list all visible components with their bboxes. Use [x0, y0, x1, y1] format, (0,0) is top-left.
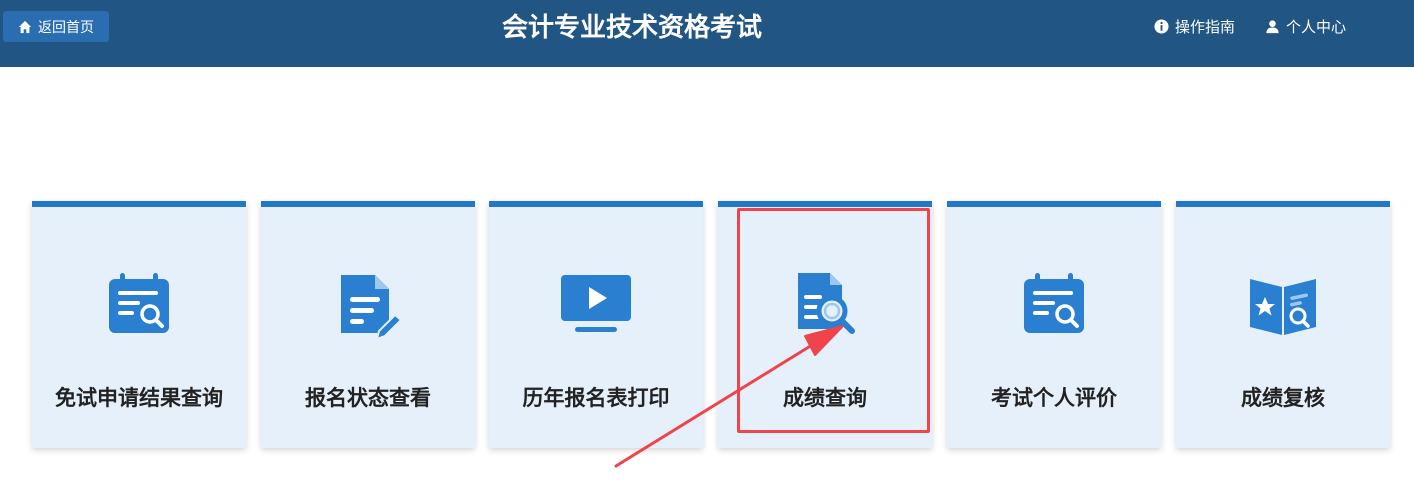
operation-guide-link[interactable]: 操作指南 — [1154, 16, 1235, 36]
card-label: 历年报名表打印 — [522, 386, 670, 410]
card-label: 报名状态查看 — [305, 386, 431, 410]
info-icon — [1154, 18, 1169, 34]
card-past-form-print[interactable]: 历年报名表打印 — [489, 201, 703, 448]
calendar-search-icon — [109, 273, 169, 333]
personal-center-link[interactable]: 个人中心 — [1265, 16, 1346, 36]
document-search-icon — [798, 273, 855, 334]
card-label: 免试申请结果查询 — [55, 386, 223, 410]
top-header: 返回首页 会计专业技术资格考试 操作指南 个人中心 — [0, 0, 1414, 67]
card-score-query[interactable]: 成绩查询 — [718, 201, 932, 448]
user-icon — [1266, 19, 1279, 33]
document-edit-icon — [341, 275, 403, 339]
card-label: 考试个人评价 — [991, 386, 1117, 410]
card-label: 成绩查询 — [783, 386, 867, 410]
calendar-search-icon — [1024, 273, 1084, 333]
page-title: 会计专业技术资格考试 — [501, 13, 762, 43]
video-screen-icon — [561, 275, 631, 332]
personal-center-label: 个人中心 — [1286, 17, 1347, 36]
card-exemption-result-query[interactable]: 免试申请结果查询 — [32, 201, 246, 448]
card-personal-evaluation[interactable]: 考试个人评价 — [947, 201, 1161, 448]
card-registration-status[interactable]: 报名状态查看 — [261, 201, 475, 448]
operation-guide-label: 操作指南 — [1175, 17, 1236, 36]
card-label: 成绩复核 — [1241, 386, 1325, 410]
card-score-review[interactable]: 成绩复核 — [1176, 201, 1390, 448]
book-star-search-icon — [1250, 279, 1316, 335]
